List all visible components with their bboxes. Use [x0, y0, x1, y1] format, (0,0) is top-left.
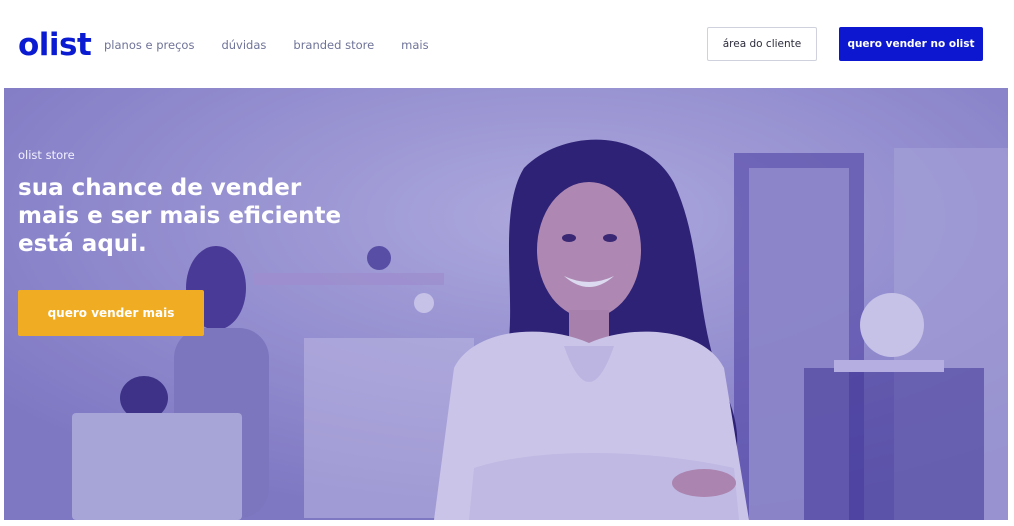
nav-link-plans[interactable]: planos e preços	[104, 36, 194, 54]
hero-headline: sua chance de vender mais e ser mais efi…	[18, 175, 342, 257]
client-area-button[interactable]: área do cliente	[707, 27, 817, 61]
main-nav: planos e preços dúvidas branded store ma…	[104, 36, 456, 54]
sell-on-olist-button[interactable]: quero vender no olist	[839, 27, 983, 61]
sell-more-button[interactable]: quero vender mais	[18, 290, 204, 336]
top-navigation-bar: olist planos e preços dúvidas branded st…	[0, 0, 1014, 88]
hero-banner: olist store sua chance de vender mais e …	[4, 88, 1008, 520]
olist-logo[interactable]: olist	[18, 27, 92, 63]
nav-link-more[interactable]: mais	[401, 36, 428, 54]
nav-link-branded-store[interactable]: branded store	[293, 36, 374, 54]
nav-link-faq[interactable]: dúvidas	[221, 36, 266, 54]
hero-eyebrow: olist store	[18, 148, 75, 162]
